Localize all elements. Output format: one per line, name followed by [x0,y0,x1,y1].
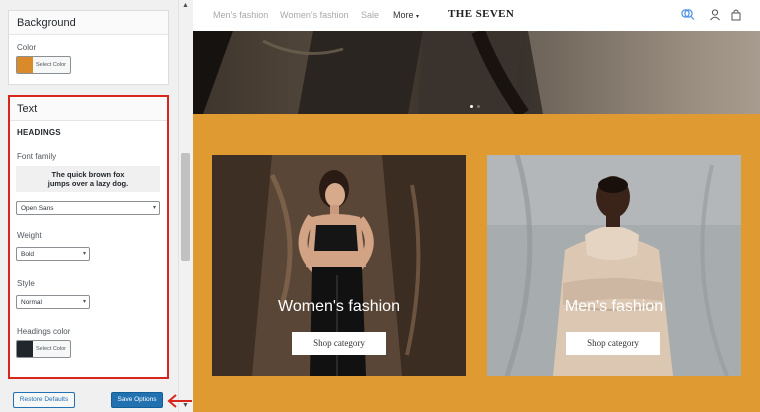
category-card-womens[interactable]: Women's fashion Shop category [212,155,466,376]
restore-defaults-button[interactable]: Restore Defaults [13,392,75,408]
background-section-title: Background [9,11,168,35]
scrollbar-thumb[interactable] [181,153,190,261]
slider-dot-active[interactable] [470,105,473,108]
scroll-up-icon[interactable]: ▲ [180,1,191,11]
background-color-swatch [17,57,33,73]
nav-item-mens-fashion[interactable]: Men's fashion [213,10,268,20]
nav-item-womens-fashion[interactable]: Women's fashion [280,10,349,20]
background-color-picker[interactable]: Select Color [16,56,71,74]
mens-category-title: Men's fashion [564,298,664,315]
cart-icon[interactable] [730,8,742,22]
site-logo[interactable]: THE SEVEN [448,8,514,20]
nav-more-label: More [393,10,414,20]
search-icon[interactable] [679,8,695,22]
highlight-frame [8,95,169,379]
category-card-mens[interactable]: Men's fashion Shop category [487,155,741,376]
user-icon[interactable] [709,8,721,22]
womens-shop-category-button[interactable]: Shop category [292,332,386,355]
options-panel: Background Color Select Color Text HEADI… [0,0,193,412]
hero-slider[interactable] [193,31,760,114]
save-options-button[interactable]: Save Options [111,392,163,408]
hero-image [193,31,760,114]
site-preview: Men's fashion Women's fashion Sale More … [193,0,760,412]
background-color-label: Color [17,43,37,52]
site-header: Men's fashion Women's fashion Sale More … [193,0,760,31]
womens-category-title: Women's fashion [278,298,400,315]
mens-shop-category-button[interactable]: Shop category [566,332,660,355]
slider-dot[interactable] [477,105,480,108]
chevron-down-icon: ▾ [416,14,420,20]
screen: Background Color Select Color Text HEADI… [0,0,760,412]
background-select-color-label: Select Color [36,62,66,68]
nav-item-more[interactable]: More ▾ [393,10,419,20]
nav-item-sale[interactable]: Sale [361,10,379,20]
annotation-arrow-icon [167,394,192,408]
